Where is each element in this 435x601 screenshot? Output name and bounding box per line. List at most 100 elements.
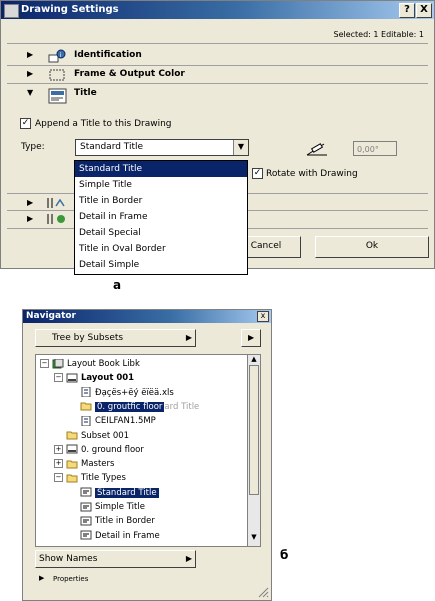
expand-icon[interactable]: +	[54, 459, 63, 469]
expand-arrow-icon: ▶	[27, 69, 34, 78]
type-option[interactable]: Detail in Frame	[75, 209, 247, 225]
chevron-right-icon: ▶	[185, 554, 192, 563]
tree-item[interactable]: Standard Title	[68, 486, 159, 500]
app-icon	[4, 4, 19, 18]
show-names-select[interactable]: Show Names ▶	[35, 550, 196, 568]
section-frame-output[interactable]: ▶ Frame & Output Color	[1, 67, 434, 83]
divider	[7, 43, 428, 44]
layout-icon	[66, 373, 81, 383]
type-option[interactable]: Standard Title	[75, 161, 247, 177]
divider	[7, 65, 428, 66]
tree-item[interactable]: Title in Border	[68, 514, 155, 528]
layout-book-icon	[52, 358, 67, 369]
tree-item[interactable]: − Layout 001	[54, 371, 134, 385]
collapse-icon[interactable]: −	[40, 359, 49, 368]
dialog-title: Drawing Settings	[21, 4, 119, 15]
tree-item-label: Title Types	[81, 473, 126, 484]
tree-item-label: Subset 001	[81, 430, 130, 441]
navigator-palette: Navigator x Tree by Subsets ▶ ▶ − Layout …	[22, 309, 272, 601]
chevron-down-icon[interactable]: ▼	[233, 140, 248, 155]
section-title[interactable]: ▼ Title	[1, 85, 434, 107]
tree-item-label: 0. ground floor	[81, 444, 144, 455]
tree-item-label: Masters	[81, 459, 115, 470]
file-icon	[80, 415, 95, 426]
collapse-icon[interactable]: −	[54, 373, 63, 383]
frame-icon	[49, 69, 65, 81]
tree-item[interactable]: − Layout Book Libk	[40, 357, 140, 371]
navigator-menu-button[interactable]: ▶	[241, 329, 261, 347]
section-label-identification: Identification	[74, 50, 142, 60]
section-identification[interactable]: ▶ i Identification	[1, 48, 434, 64]
folder-icon	[66, 473, 81, 483]
tree-item-label: CEILFAN1.5MP	[95, 416, 156, 427]
tree-item-label: Layout Book Libk	[67, 359, 140, 369]
tree-item-label: Title in Border	[95, 516, 155, 527]
tree-item-label: 0. groutfic floor	[95, 401, 165, 412]
caption-b: б	[280, 548, 289, 562]
type-select-value: Standard Title	[80, 142, 144, 152]
append-title-checkbox[interactable]: ✓	[20, 118, 31, 129]
expand-arrow-icon: ▶	[39, 574, 45, 582]
angle-input[interactable]: 0,00°	[353, 141, 397, 156]
properties-toggle[interactable]: ▶ Properties	[35, 574, 155, 586]
ok-button[interactable]: Ok	[315, 236, 429, 258]
file-icon	[80, 387, 95, 398]
collapse-icon[interactable]: −	[54, 473, 63, 483]
help-button[interactable]: ?	[399, 3, 415, 18]
type-option[interactable]: Simple Title	[75, 177, 247, 193]
tree-scrollbar[interactable]: ▲ ▼	[247, 354, 261, 547]
properties-label: Properties	[53, 575, 89, 583]
title-type-icon	[80, 516, 95, 526]
tree-item[interactable]: − Title Types	[54, 471, 126, 485]
section-label-frame: Frame & Output Color	[74, 69, 185, 79]
view-mode-select[interactable]: Tree by Subsets ▶	[35, 329, 196, 347]
divider	[7, 83, 428, 84]
title-type-icon	[80, 502, 95, 512]
tree-item[interactable]: Detail in Frame	[68, 529, 160, 543]
tree-item-label: Standard Title	[95, 487, 159, 498]
expand-arrow-icon: ▶	[27, 50, 34, 59]
type-option[interactable]: Detail Simple	[75, 257, 247, 273]
navigator-title: Navigator	[26, 311, 76, 321]
type-label: Type:	[21, 142, 45, 152]
tree-item[interactable]: Simple Title	[68, 500, 145, 514]
layout-icon	[66, 444, 81, 455]
type-option[interactable]: Title in Oval Border	[75, 241, 247, 257]
dialog-titlebar[interactable]: Drawing Settings ? X	[1, 1, 434, 19]
chevron-right-icon: ▶	[248, 333, 255, 342]
dimension-icon	[47, 198, 65, 208]
section-collapsed-row[interactable]: ▶	[1, 196, 75, 210]
type-option[interactable]: Detail Special	[75, 225, 247, 241]
close-button[interactable]: X	[416, 3, 432, 18]
scroll-up-icon[interactable]: ▲	[248, 355, 260, 365]
tree-item[interactable]: CEILFAN1.5MP	[68, 414, 156, 428]
type-select[interactable]: Standard Title ▼	[75, 139, 249, 156]
section-label-title: Title	[74, 88, 97, 98]
identification-icon: i	[48, 49, 66, 63]
tree-item-label: Simple Title	[95, 502, 145, 512]
expand-icon[interactable]: +	[54, 444, 63, 454]
navigator-titlebar[interactable]: Navigator x	[23, 310, 271, 323]
tree-item[interactable]: + Masters	[54, 457, 114, 471]
tree-item[interactable]: Subset 001	[54, 429, 129, 443]
expand-arrow-icon: ▶	[27, 198, 34, 207]
tree-item-label: Đạçëѕ+ëý ëïëä.xls	[95, 387, 174, 398]
scroll-thumb[interactable]	[249, 365, 259, 495]
marker-icon	[47, 214, 65, 224]
resize-grip-icon[interactable]	[257, 586, 269, 598]
section-collapsed-row[interactable]: ▶	[1, 212, 75, 226]
type-dropdown-list: Standard Title Simple Title Title in Bor…	[74, 160, 248, 275]
tree-item-label: Layout 001	[81, 373, 135, 384]
collapse-arrow-icon: ▼	[27, 88, 34, 97]
type-option[interactable]: Title in Border	[75, 193, 247, 209]
scroll-down-icon[interactable]: ▼	[248, 533, 260, 543]
tree-item[interactable]: +0. ground floor	[54, 443, 144, 457]
tree-item[interactable]: 0. groutfic floor ard Title	[68, 400, 199, 414]
navigator-tree: − Layout Book Libk − Layout 001 Đạçëѕ+ëý ëïë…	[35, 354, 258, 547]
title-type-icon	[80, 530, 95, 541]
append-title-label: Append a Title to this Drawing	[35, 119, 172, 129]
rotate-with-drawing-checkbox[interactable]: ✓	[252, 168, 263, 179]
tree-item[interactable]: Đạçëѕ+ëý ëïëä.xls	[68, 386, 174, 400]
title-type-icon	[80, 487, 95, 498]
close-icon[interactable]: x	[257, 311, 269, 322]
